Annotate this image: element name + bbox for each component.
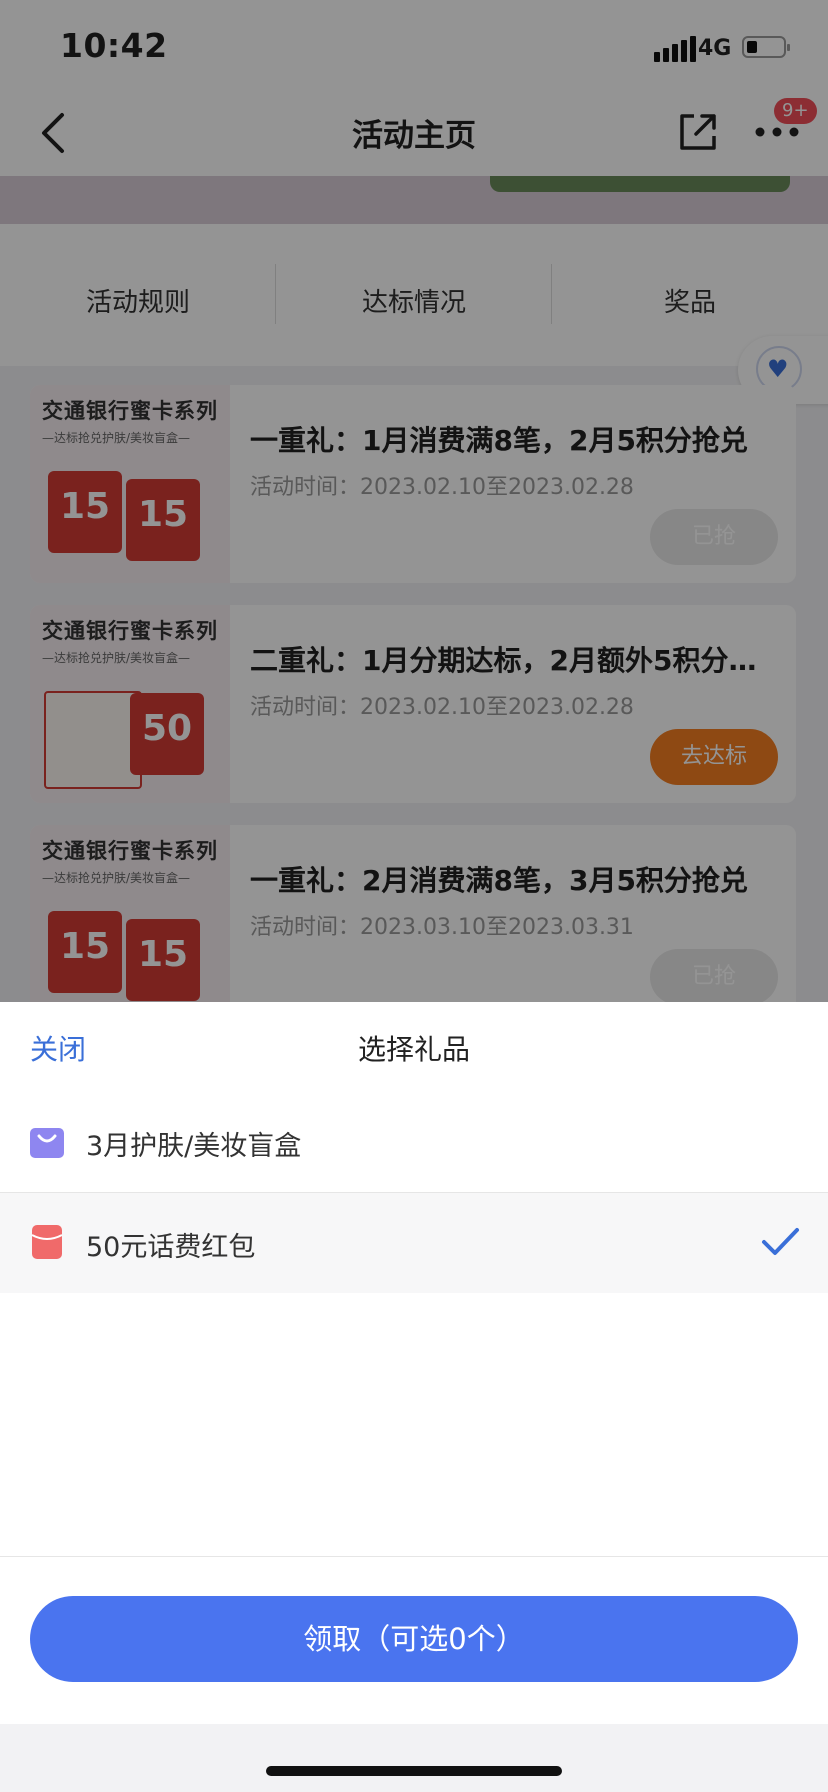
gift-option-label: 50元话费红包: [86, 1232, 256, 1263]
claim-button[interactable]: 领取（可选0个）: [30, 1596, 798, 1682]
gift-option[interactable]: 3月护肤/美妆盲盒: [0, 1092, 828, 1192]
shopping-bag-icon: [30, 1128, 64, 1158]
home-indicator: [266, 1766, 562, 1776]
gift-option-label: 3月护肤/美妆盲盒: [86, 1131, 302, 1162]
divider: [0, 1556, 828, 1557]
gift-option-selected[interactable]: 50元话费红包: [0, 1193, 828, 1293]
red-envelope-icon: [31, 1225, 63, 1259]
check-icon: [762, 1228, 799, 1255]
modal-overlay[interactable]: [0, 0, 828, 1002]
sheet-title: 选择礼品: [357, 1033, 470, 1066]
